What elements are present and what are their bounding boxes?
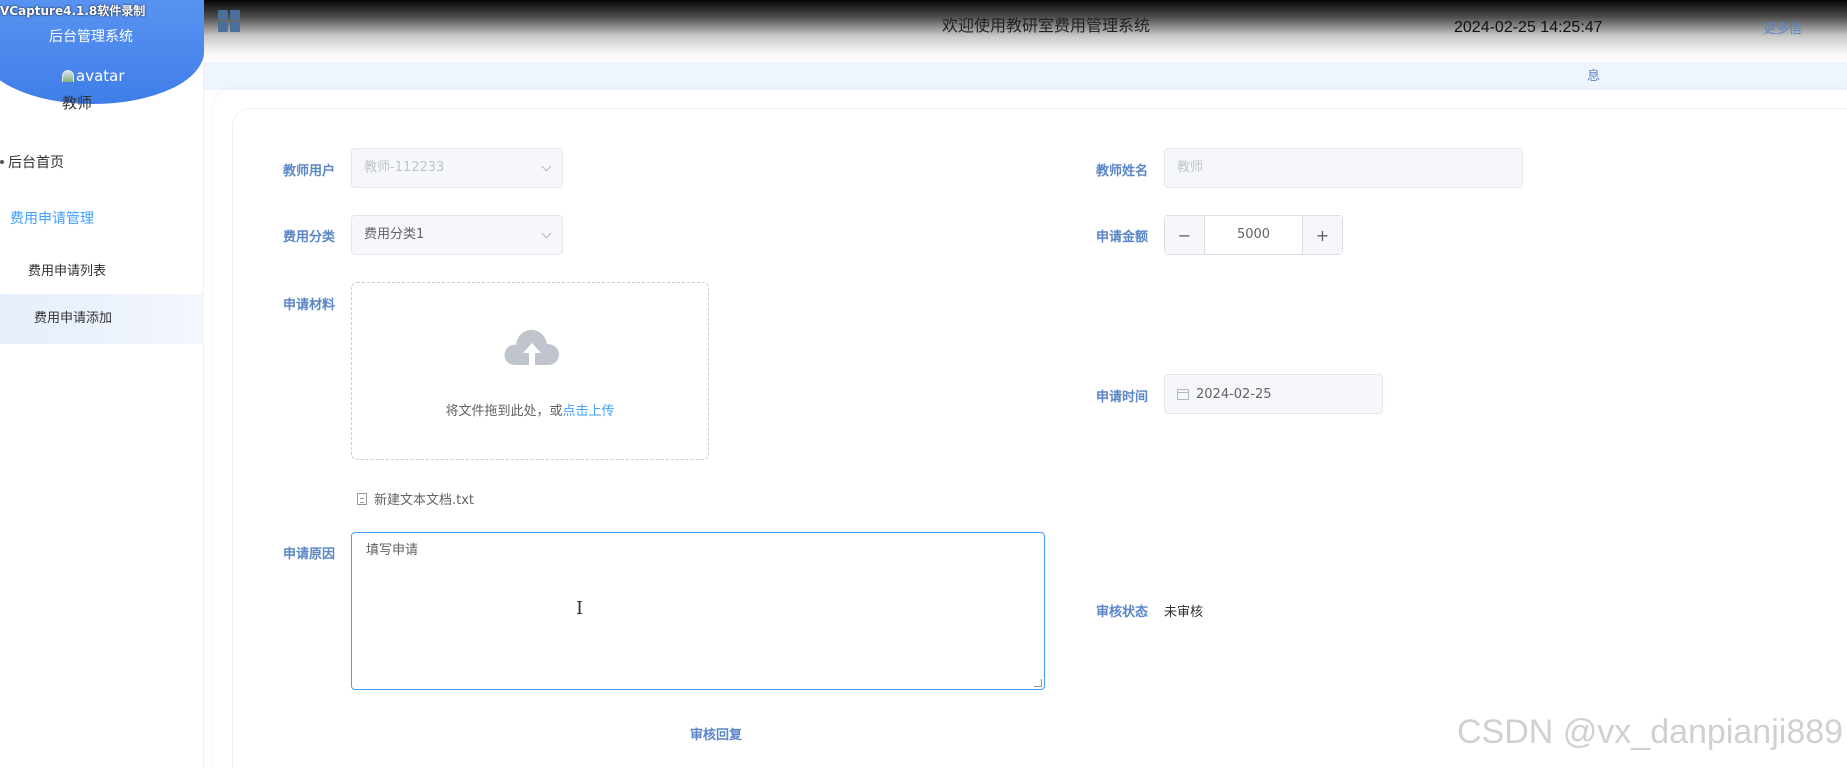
- sidebar-item-fee-add[interactable]: 费用申请添加: [0, 294, 204, 344]
- upload-dropzone[interactable]: 将文件拖到此处，或点击上传: [351, 282, 709, 460]
- sidebar: VCapture4.1.8软件录制 后台管理系统 avatar 教师 后台首页 …: [0, 0, 204, 768]
- audit-reply-label: 审核回复: [690, 728, 743, 743]
- app-title: 后台管理系统: [49, 29, 133, 45]
- upload-hint: 将文件拖到此处，或点击上传: [352, 400, 708, 419]
- material-label: 申请材料: [283, 298, 336, 313]
- audit-status-label: 审核状态: [1096, 605, 1149, 620]
- sidebar-group-fee-application[interactable]: 费用申请管理: [10, 208, 94, 228]
- welcome-title: 欢迎使用教研室费用管理系统: [942, 16, 1151, 35]
- resize-handle[interactable]: [1034, 679, 1042, 687]
- teacher-user-label: 教师用户: [283, 164, 336, 179]
- upload-cloud-icon: [504, 329, 560, 365]
- category-value: 费用分类1: [364, 227, 425, 242]
- amount-label: 申请金额: [1096, 230, 1149, 245]
- avatar-alt-text: avatar: [76, 67, 125, 85]
- apply-date-picker[interactable]: 2024-02-25: [1164, 374, 1383, 414]
- chevron-down-icon: [541, 228, 552, 239]
- category-label: 费用分类: [283, 230, 336, 245]
- category-select[interactable]: 费用分类1: [351, 215, 563, 255]
- chevron-down-icon: [541, 161, 552, 172]
- teacher-name-input[interactable]: 教师: [1164, 148, 1523, 188]
- calendar-icon: [1177, 388, 1189, 400]
- teacher-user-select[interactable]: 教师-112233: [351, 148, 563, 188]
- teacher-name-label: 教师姓名: [1096, 164, 1149, 179]
- recorder-watermark: VCapture4.1.8软件录制: [0, 4, 146, 18]
- csdn-watermark: CSDN @vx_danpianji889: [1457, 713, 1844, 751]
- apply-time-label: 申请时间: [1096, 390, 1149, 405]
- teacher-user-value: 教师-112233: [364, 160, 445, 175]
- sidebar-item-label: 后台首页: [8, 155, 64, 171]
- reason-label: 申请原因: [283, 547, 336, 562]
- more-info-link[interactable]: 更多信: [1763, 18, 1802, 37]
- broken-image-icon: [62, 70, 74, 82]
- click-upload-link[interactable]: 点击上传: [563, 404, 615, 419]
- more-info-link-wrap[interactable]: 息: [1587, 65, 1600, 84]
- audit-status-value: 未审核: [1164, 605, 1204, 620]
- reason-textarea[interactable]: 填写申请: [351, 532, 1045, 690]
- text-cursor-icon: I: [576, 598, 584, 619]
- amount-stepper[interactable]: − 5000 +: [1164, 215, 1343, 255]
- top-header: 欢迎使用教研室费用管理系统 2024-02-25 14:25:47 更多信: [204, 0, 1847, 62]
- grid-menu-icon[interactable]: [218, 10, 240, 32]
- sidebar-item-home[interactable]: 后台首页: [0, 152, 64, 172]
- avatar[interactable]: avatar: [62, 67, 125, 85]
- document-icon: [357, 492, 367, 505]
- reason-text: 填写申请: [366, 543, 419, 558]
- bullet-icon: [0, 160, 4, 164]
- upload-drag-text: 将文件拖到此处，或: [445, 404, 563, 419]
- decrease-button[interactable]: −: [1165, 216, 1205, 254]
- header-subbar: [204, 62, 1847, 90]
- sidebar-item-fee-list[interactable]: 费用申请列表: [28, 260, 106, 279]
- apply-date-value: 2024-02-25: [1196, 386, 1272, 402]
- user-role: 教师: [62, 94, 93, 112]
- current-datetime: 2024-02-25 14:25:47: [1454, 19, 1603, 36]
- increase-button[interactable]: +: [1302, 216, 1342, 254]
- uploaded-file-item[interactable]: 新建文本文档.txt: [357, 489, 474, 508]
- uploaded-file-name: 新建文本文档.txt: [374, 493, 475, 508]
- amount-input[interactable]: 5000: [1205, 216, 1302, 254]
